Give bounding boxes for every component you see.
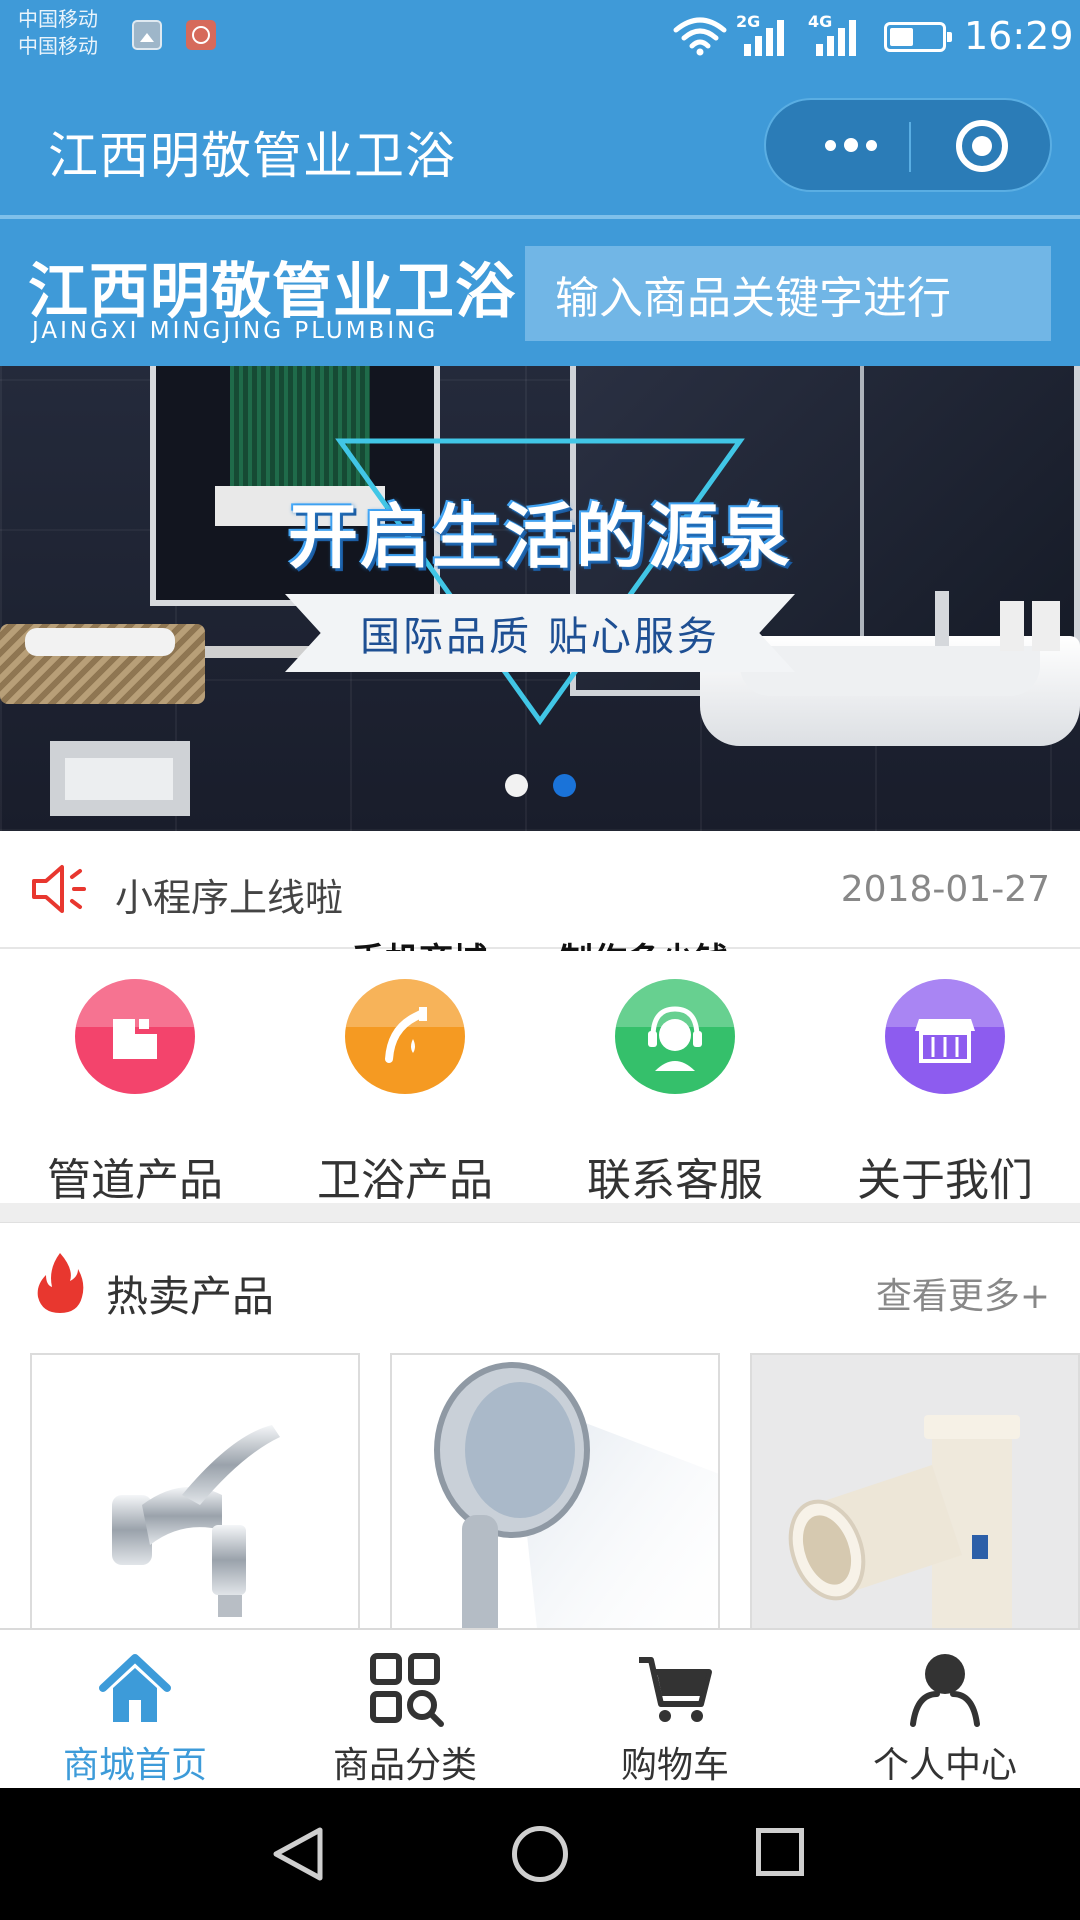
capsule-menu (764, 98, 1052, 192)
banner-ribbon: 国际品质 贴心服务 (285, 594, 795, 672)
notice-text: 小程序上线啦 (115, 876, 344, 920)
tab-profile[interactable]: 个人中心 (810, 1630, 1080, 1790)
search-input[interactable]: 输入商品关键字进行 (525, 246, 1051, 341)
product-card[interactable] (30, 1353, 360, 1628)
logo-english: JAINGXI MINGJING PLUMBING (32, 318, 439, 344)
speaker-icon (32, 865, 86, 913)
hot-products-title: 热卖产品 (106, 1272, 275, 1321)
faucet-tap-image (112, 1425, 280, 1617)
tab-category[interactable]: 商品分类 (270, 1630, 540, 1790)
shop-header: 江西明敬管业卫浴 JAINGXI MINGJING PLUMBING 输入商品关… (0, 219, 1080, 366)
banner-subslogan: 国际品质 贴心服务 (360, 614, 720, 660)
clock: 16:29 (964, 14, 1074, 58)
network-2g-label: 2G (736, 12, 761, 31)
category-about-us[interactable]: 关于我们 (825, 979, 1065, 1206)
carrier-2: 中国移动 (18, 34, 98, 58)
carousel-dot-2[interactable] (552, 774, 576, 797)
carrier-1: 中国移动 (18, 7, 98, 31)
banner-slogan: 开启生活的源泉 (288, 496, 792, 578)
status-bar: 中国移动 中国移动 2G 4G 16:29 (0, 0, 1080, 70)
category-pipes[interactable]: 管道产品 (15, 979, 255, 1206)
notice-bar[interactable]: 小程序上线啦 2018-01-27 (0, 831, 1080, 949)
shower-head-image (434, 1362, 718, 1628)
carrier-info: 中国移动 中国移动 (18, 6, 98, 60)
page-title: 江西明敬管业卫浴 (48, 127, 456, 185)
tab-home[interactable]: 商城首页 (0, 1630, 270, 1790)
battery-level (890, 28, 913, 46)
product-card[interactable] (750, 1353, 1080, 1628)
capsule-divider (909, 122, 911, 172)
home-icon (99, 1654, 171, 1722)
carousel-dot-1[interactable] (504, 774, 528, 797)
recent-apps-icon[interactable] (756, 1828, 804, 1876)
gallery-icon (132, 20, 162, 50)
view-more-link[interactable]: 查看更多+ (876, 1267, 1050, 1319)
battery-icon (884, 22, 952, 52)
category-nav: 管道产品 卫浴产品 联系客服 关于我们 (0, 951, 1080, 1206)
more-dots-icon[interactable] (806, 100, 896, 190)
tab-label: 个人中心 (872, 1745, 1017, 1786)
customer-service-icon (615, 979, 735, 1094)
signal-2g-icon: 2G (736, 12, 786, 56)
category-customer-service[interactable]: 联系客服 (555, 979, 795, 1206)
category-label: 管道产品 (47, 1155, 223, 1206)
hot-products-header: 热卖产品 查看更多+ (0, 1223, 1080, 1353)
wifi-icon (673, 17, 727, 56)
notice-date: 2018-01-27 (840, 869, 1050, 910)
fire-icon (37, 1253, 84, 1313)
app-notification-icon (186, 20, 216, 50)
category-label: 卫浴产品 (317, 1155, 493, 1206)
pipe-icon (75, 979, 195, 1094)
section-divider (0, 1203, 1080, 1223)
system-navigation-bar (0, 1788, 1080, 1920)
product-card[interactable] (390, 1353, 720, 1628)
tab-label: 商品分类 (332, 1745, 477, 1786)
category-grid-icon (370, 1653, 444, 1727)
banner-carousel[interactable]: 开启生活的源泉 国际品质 贴心服务 (0, 366, 1080, 831)
user-icon (910, 1654, 980, 1727)
tab-label: 购物车 (620, 1745, 729, 1786)
bottom-tab-bar: 商城首页 商品分类 购物车 个人中心 (0, 1628, 1080, 1788)
cart-icon (639, 1657, 712, 1722)
carousel-indicator (0, 774, 1080, 797)
signal-4g-icon: 4G (808, 12, 858, 56)
tab-label: 商城首页 (62, 1745, 207, 1786)
home-circle-icon[interactable] (512, 1826, 568, 1882)
pvc-pipe-fitting-image (752, 1355, 1078, 1628)
category-label: 关于我们 (857, 1155, 1033, 1206)
search-placeholder: 输入商品关键字进行 (555, 272, 951, 324)
hot-products-list (0, 1353, 1080, 1628)
category-label: 联系客服 (587, 1155, 763, 1206)
banner-bottles (1000, 601, 1060, 651)
banner-towel (25, 628, 175, 656)
faucet-icon (345, 979, 465, 1094)
store-icon (885, 979, 1005, 1094)
category-sanitary[interactable]: 卫浴产品 (285, 979, 525, 1206)
mini-program-nav-bar: 江西明敬管业卫浴 (0, 70, 1080, 215)
tab-cart[interactable]: 购物车 (540, 1630, 810, 1790)
banner-faucet (935, 591, 949, 646)
target-close-icon[interactable] (956, 120, 1008, 172)
logo-chinese: 江西明敬管业卫浴 (28, 257, 516, 327)
network-4g-label: 4G (808, 12, 833, 31)
back-icon[interactable] (270, 1824, 326, 1884)
